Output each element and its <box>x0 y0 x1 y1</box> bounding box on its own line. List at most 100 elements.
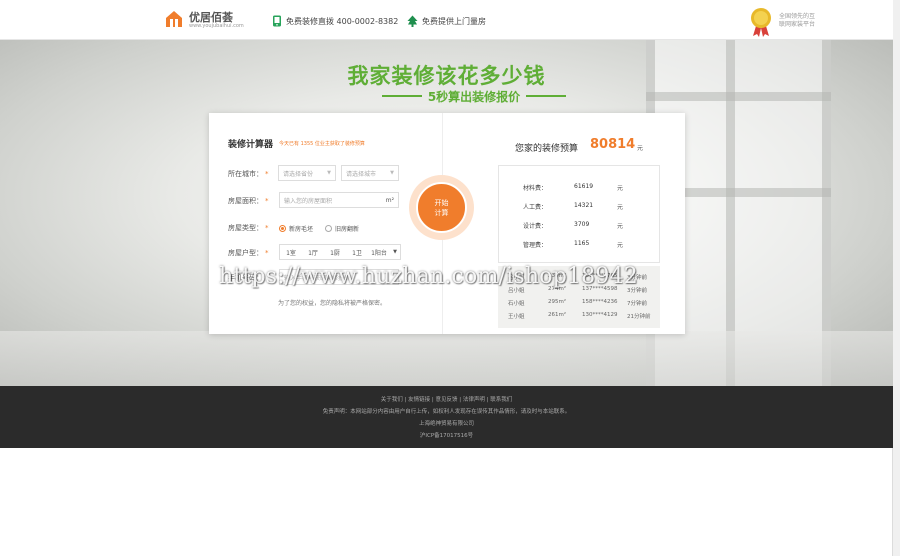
city-label-text: 所在城市： <box>228 170 263 178</box>
cost-unit: 元 <box>617 223 624 230</box>
cost-value: 61619 <box>574 183 594 190</box>
radio-new-house[interactable]: 新房毛坯 <box>279 224 313 233</box>
free-measure-text: 免费提供上门量房 <box>422 16 486 26</box>
calculator-note: 今天已有 1355 位业主获取了装修预算 <box>279 141 365 147</box>
case-phone: 130****4129 <box>582 312 618 318</box>
cost-value: 1165 <box>574 240 590 247</box>
required-mark: * <box>265 249 269 257</box>
watermark-text: https://www.huzhan.com/ishop18942 <box>219 264 638 289</box>
hero-banner: 我家装修该花多少钱 5秒算出装修报价 装修计算器 今天已有 1355 位业主获取… <box>0 40 893 386</box>
area-unit: m² <box>385 196 394 204</box>
case-area: 261m² <box>548 312 567 318</box>
chevron-down-icon: ▼ <box>393 249 397 255</box>
start-calculate-button[interactable]: 开始 计算 <box>416 182 467 233</box>
city-placeholder: 请选择城市 <box>346 170 377 178</box>
house-type-radio-group: 新房毛坯 旧房翻新 <box>279 224 359 233</box>
footer-links[interactable]: 关于我们 | 友情链接 | 意见反馈 | 法律声明 | 联系我们 <box>0 395 893 403</box>
case-time: 21分钟前 <box>627 314 651 320</box>
logo-url: www.youjubaihui.com <box>189 23 244 29</box>
house-tree-icon <box>407 15 418 27</box>
cost-unit: 元 <box>617 242 624 249</box>
footer-disclaimer: 免责声明：本网站部分内容由用户自行上传，如权利人发现存在误传其作品情形，请及时与… <box>322 409 571 415</box>
start-button-line-1: 开始 <box>434 198 449 207</box>
case-name: 石小姐 <box>508 301 525 307</box>
cost-unit: 元 <box>617 185 624 192</box>
scrollbar-track[interactable] <box>893 0 900 556</box>
start-button-line-2: 计算 <box>434 208 449 217</box>
radio-new-house-label: 新房毛坯 <box>289 226 314 233</box>
floor-shade <box>0 331 893 386</box>
chevron-down-icon: ▼ <box>327 170 331 176</box>
required-mark: * <box>265 197 269 205</box>
free-hotline[interactable]: 免费装修直拨 400-0002-8382 <box>272 14 398 28</box>
kitchen-select[interactable]: 1厨 <box>324 248 346 257</box>
required-mark: * <box>265 170 269 178</box>
cost-value: 3709 <box>574 221 590 228</box>
cost-row: 设计费： 3709 元 <box>521 221 631 231</box>
hero-subline-text: 5秒算出装修报价 <box>427 89 521 104</box>
hero-subline: 5秒算出装修报价 <box>380 87 568 105</box>
area-input[interactable]: 输入您的房屋面积 m² <box>279 192 399 208</box>
cost-row: 管理费： 1165 元 <box>521 240 631 250</box>
medal-icon <box>751 8 771 37</box>
cost-name: 材料费： <box>523 185 548 192</box>
cost-name: 管理费： <box>523 242 548 249</box>
badge-line-2: 联网家装平台 <box>779 21 816 28</box>
radio-old-house-label: 旧房翻新 <box>335 226 360 233</box>
calculator-form: 装修计算器 今天已有 1355 位业主获取了装修预算 所在城市： * 请选择省份 … <box>209 113 442 334</box>
budget-value: 80814 <box>590 137 636 152</box>
window-frame <box>646 92 831 101</box>
cost-name: 人工费： <box>523 204 548 211</box>
province-placeholder: 请选择省份 <box>283 170 314 178</box>
phone-icon <box>273 15 281 27</box>
footer-icp[interactable]: 沪ICP备17017516号 <box>0 431 893 439</box>
cost-breakdown: 材料费： 61619 元 人工费： 14321 元 设计费： 3709 元 管理… <box>498 165 660 263</box>
case-row: 王小姐 261m² 130****4129 21分钟前 <box>498 310 660 323</box>
budget-unit: 元 <box>637 145 644 152</box>
type-label: 房屋类型： * <box>228 223 269 233</box>
case-area: 295m² <box>548 299 567 305</box>
case-row: 石小姐 295m² 158****4236 7分钟前 <box>498 297 660 310</box>
area-label: 房屋面积： * <box>228 196 269 206</box>
province-select[interactable]: 请选择省份 ▼ <box>278 165 336 181</box>
layout-label-text: 房屋户型： <box>228 249 263 257</box>
radio-old-house[interactable]: 旧房翻新 <box>325 224 359 233</box>
site-header: 优居佰荟 www.youjubaihui.com 免费装修直拨 400-0002… <box>0 0 893 40</box>
radio-dot-selected <box>279 225 286 232</box>
livingroom-select[interactable]: 1厅 <box>302 248 324 257</box>
required-mark: * <box>265 224 269 232</box>
type-label-text: 房屋类型： <box>228 224 263 232</box>
case-time: 7分钟前 <box>627 301 647 307</box>
chevron-down-icon: ▼ <box>390 170 394 176</box>
hero-headline: 我家装修该花多少钱 <box>347 64 546 88</box>
calculator-title: 装修计算器 <box>228 140 274 150</box>
cost-row: 材料费： 61619 元 <box>521 183 631 193</box>
free-hotline-text: 免费装修直拨 400-0002-8382 <box>286 16 399 26</box>
area-placeholder: 输入您的房屋面积 <box>284 197 333 205</box>
page: 优居佰荟 www.youjubaihui.com 免费装修直拨 400-0002… <box>0 0 893 556</box>
badge-text: 全国领先的互 联网家装平台 <box>779 13 815 29</box>
start-button-ring: 开始 计算 <box>409 175 474 240</box>
balcony-select[interactable]: 1阳台 <box>368 248 390 257</box>
radio-dot <box>325 225 333 232</box>
budget-label: 您家的装修预算 <box>515 144 579 154</box>
cost-row: 人工费： 14321 元 <box>521 202 631 212</box>
house-logo-icon <box>166 11 182 27</box>
city-label: 所在城市： * <box>228 169 269 179</box>
divider <box>381 95 422 97</box>
cost-value: 14321 <box>574 202 594 209</box>
city-select[interactable]: 请选择城市 ▼ <box>341 165 399 181</box>
case-phone: 158****4236 <box>582 299 618 305</box>
footer-company: 上海绝神贸易有限公司 <box>418 421 474 427</box>
bathroom-select[interactable]: 1卫 <box>346 248 368 257</box>
bedroom-select[interactable]: 1室 <box>280 248 302 257</box>
divider <box>526 95 567 97</box>
privacy-note: 为了您的权益，您的隐私将被严格保密。 <box>278 300 387 307</box>
area-label-text: 房屋面积： <box>228 197 263 205</box>
case-name: 王小姐 <box>508 314 525 320</box>
layout-selector: 1室 1厅 1厨 1卫 1阳台 ▼ <box>279 244 401 260</box>
logo[interactable]: 优居佰荟 www.youjubaihui.com <box>164 8 244 32</box>
free-measure[interactable]: 免费提供上门量房 <box>407 14 486 28</box>
badge-line-1: 全国领先的互 <box>779 13 816 20</box>
layout-label: 房屋户型： * <box>228 248 269 258</box>
